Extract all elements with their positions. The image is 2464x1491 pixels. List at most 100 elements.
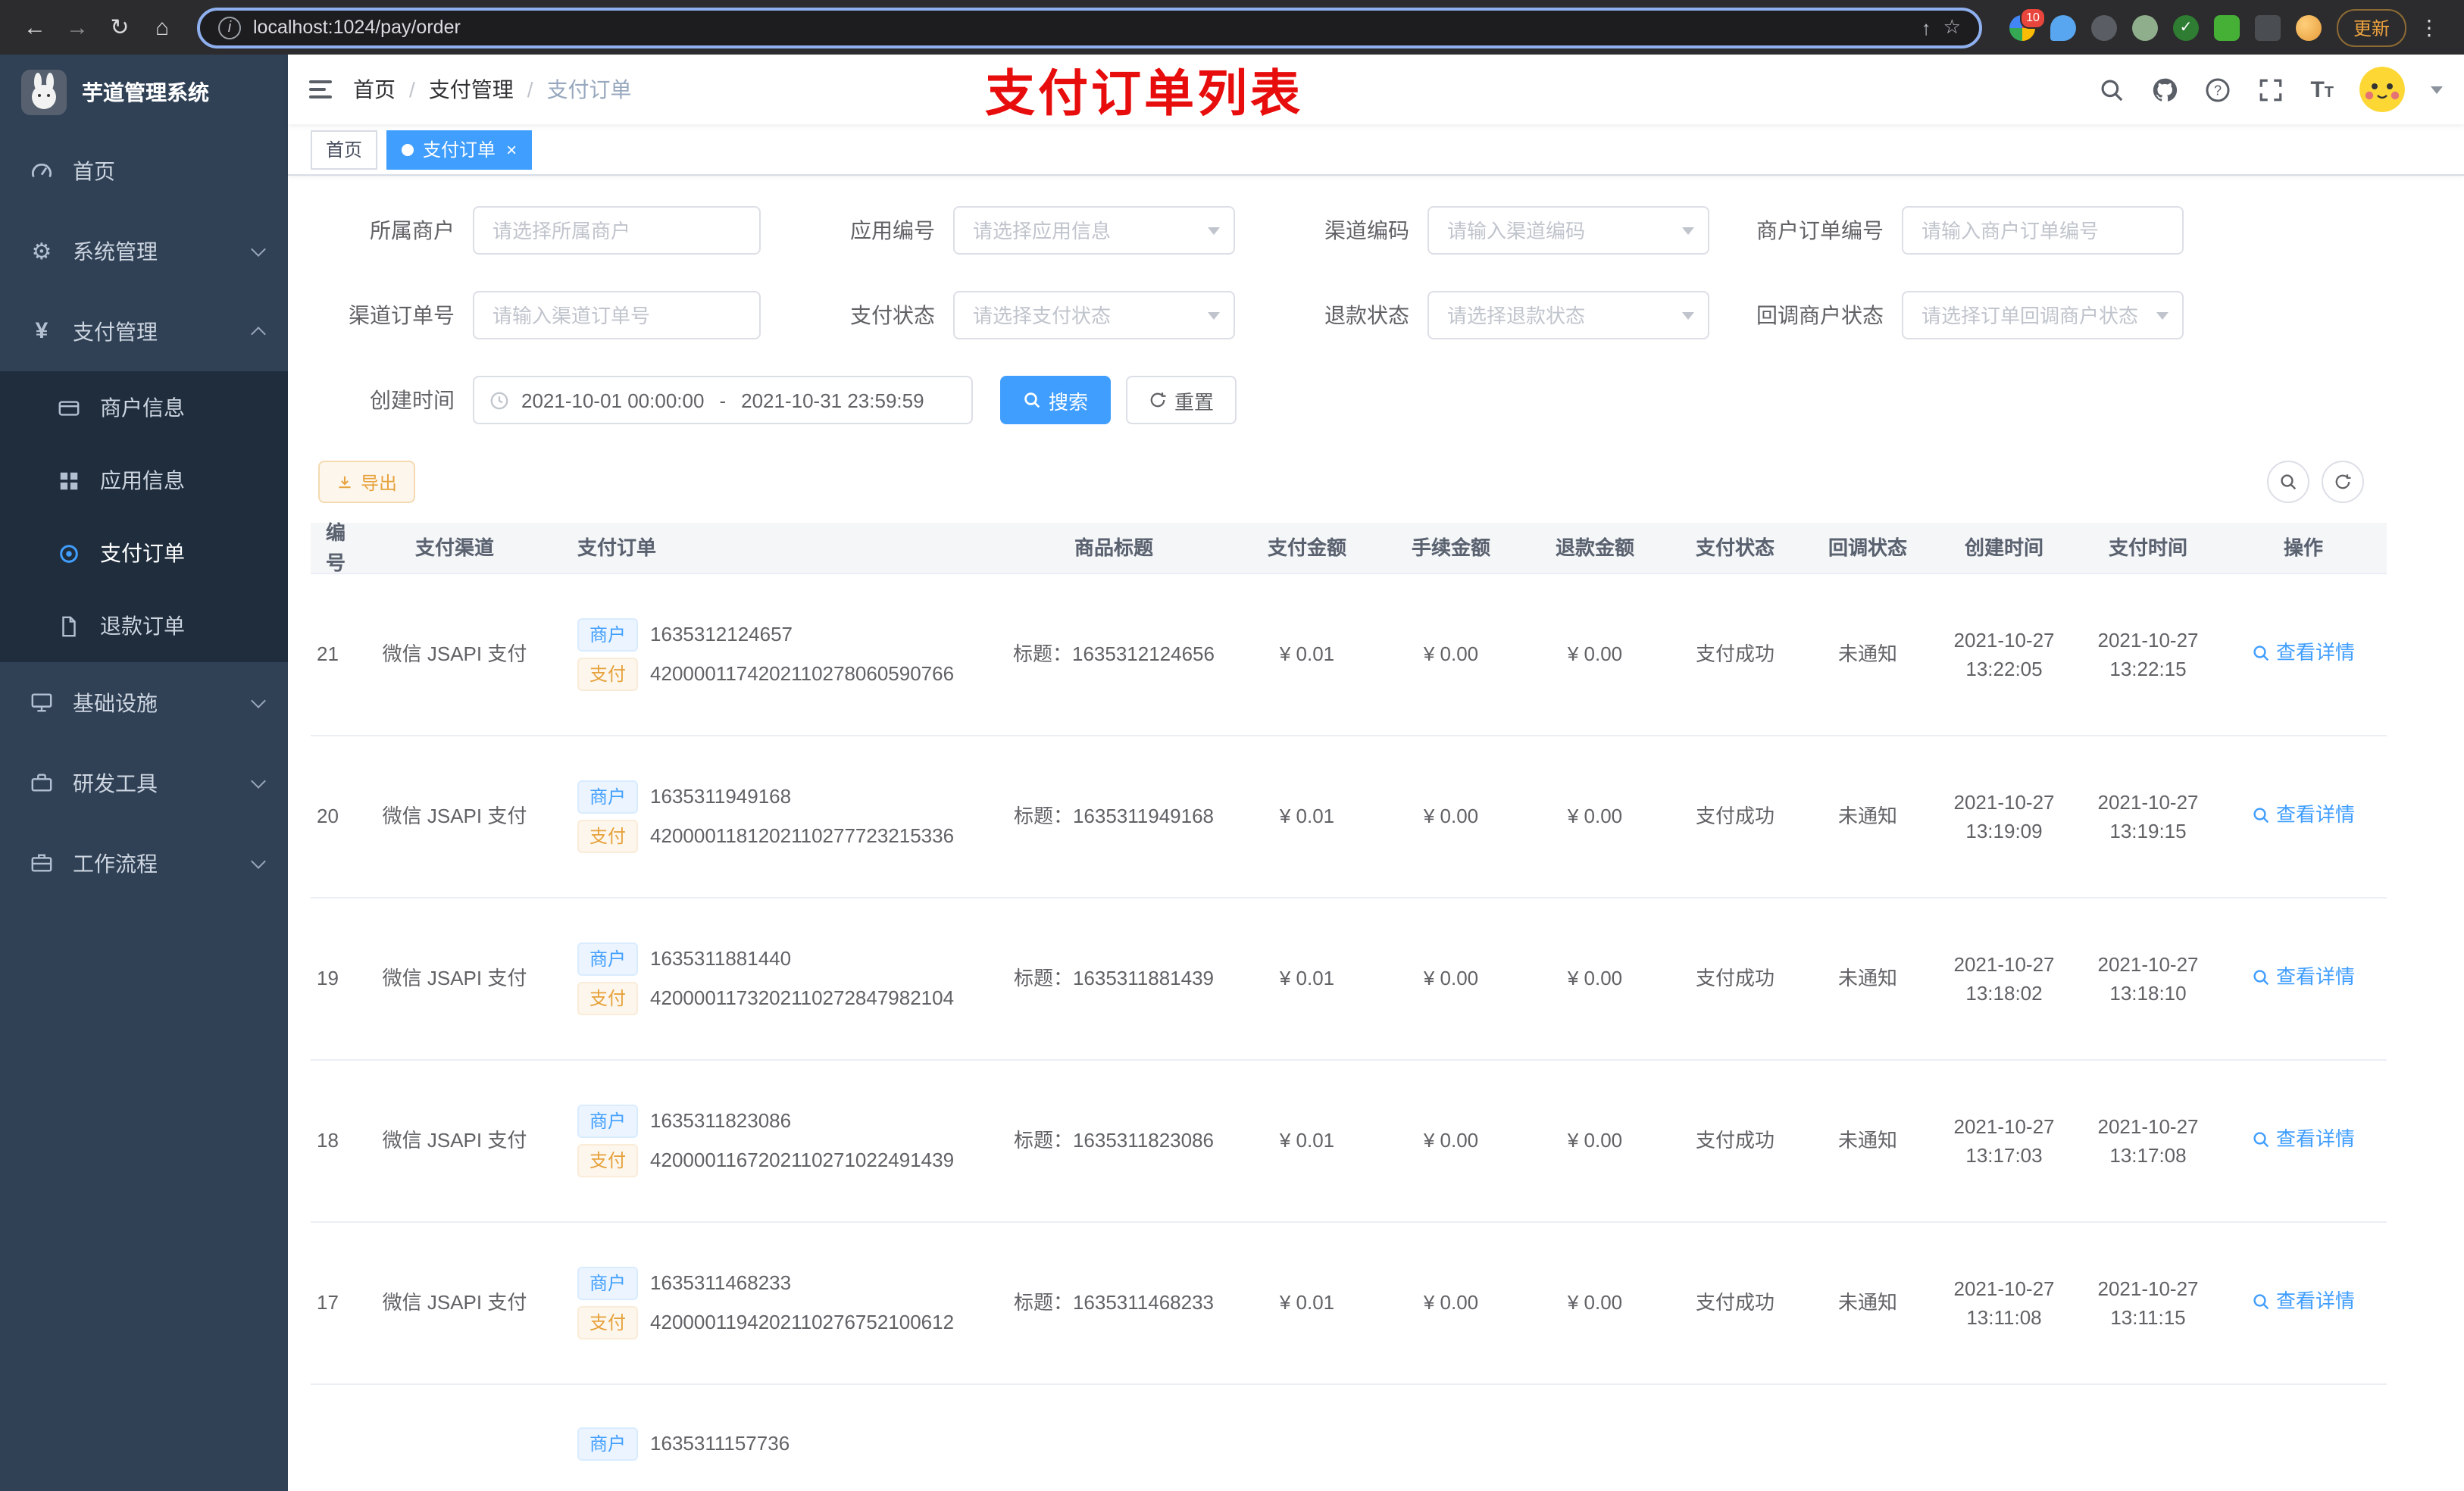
sidebar-item-refund-order[interactable]: 退款订单	[0, 589, 288, 662]
app-no-select[interactable]	[953, 206, 1235, 255]
pay-status-input[interactable]	[953, 291, 1235, 339]
view-detail-link[interactable]: 查看详情	[2252, 1125, 2355, 1155]
sidebar-menu: 首页 ⚙ 系统管理 ¥ 支付管理 商户信息 应用信息 支付订单 退款订单 基础设…	[0, 130, 288, 903]
create-time-range-picker[interactable]: 2021-10-01 00:00:00 - 2021-10-31 23:59:5…	[473, 376, 973, 424]
toggle-search-button[interactable]	[2267, 461, 2309, 503]
col-fee-amount: 手续金额	[1411, 536, 1490, 559]
breadcrumb-section[interactable]: 支付管理	[429, 74, 514, 105]
document-icon	[56, 613, 82, 639]
tab-home[interactable]: 首页	[311, 130, 378, 169]
sidebar-item-infrastructure[interactable]: 基础设施	[0, 662, 288, 742]
sidebar-item-home[interactable]: 首页	[0, 130, 288, 211]
col-id: 编号	[326, 521, 346, 574]
close-tab-icon[interactable]: ×	[506, 140, 517, 158]
sidebar: 芋道管理系统 首页 ⚙ 系统管理 ¥ 支付管理 商户信息 应用信息 支付订单 退…	[0, 55, 288, 1491]
help-icon[interactable]: ?	[2204, 76, 2231, 103]
font-size-icon[interactable]: TT	[2310, 77, 2334, 102]
extension-circle-icon[interactable]	[2090, 14, 2117, 40]
site-info-icon[interactable]: i	[218, 16, 241, 39]
pay-amount: ¥ 0.01	[1279, 967, 1335, 990]
extension-chat-icon[interactable]	[2213, 14, 2240, 40]
extension-circle2-icon[interactable]	[2131, 14, 2158, 40]
profile-avatar-icon[interactable]	[2295, 14, 2322, 40]
merchant-input[interactable]	[473, 206, 761, 255]
create-time-label: 创建时间	[370, 388, 455, 412]
app-no-input[interactable]	[953, 206, 1235, 255]
sidebar-item-app-info[interactable]: 应用信息	[0, 444, 288, 517]
merchant-order-no-input[interactable]	[1902, 206, 2184, 255]
pay-amount: ¥ 0.01	[1279, 1129, 1335, 1152]
table-row: 18 微信 JSAPI 支付 商户 1635311823086 支付 42000…	[311, 1061, 2387, 1223]
back-button[interactable]: ←	[15, 8, 55, 47]
channel-order-no-input[interactable]	[473, 291, 761, 339]
col-refund-amount: 退款金额	[1555, 536, 1634, 559]
merchant-tag: 商户	[577, 618, 639, 652]
col-order: 支付订单	[577, 536, 657, 559]
channel-code-select[interactable]	[1427, 206, 1709, 255]
forward-button[interactable]: →	[58, 8, 97, 47]
refresh-table-button[interactable]	[2322, 461, 2364, 503]
reset-button[interactable]: 重置	[1126, 376, 1237, 424]
app-logo[interactable]: 芋道管理系统	[0, 55, 288, 130]
pay-amount: ¥ 0.01	[1279, 805, 1335, 828]
breadcrumb-home[interactable]: 首页	[353, 74, 396, 105]
search-icon[interactable]	[2098, 76, 2125, 103]
export-button[interactable]: 导出	[318, 461, 416, 503]
merchant-tag: 商户	[577, 1267, 639, 1300]
extension-check-icon[interactable]: ✓	[2172, 14, 2199, 40]
browser-update-button[interactable]: 更新	[2336, 8, 2406, 46]
extension-icon[interactable]: 10	[2009, 7, 2046, 40]
address-bar[interactable]: i localhost:1024/pay/order ↑ ☆	[197, 7, 1982, 48]
callback-status: 未通知	[1837, 805, 1897, 828]
pay-status-select[interactable]	[953, 291, 1235, 339]
refund-status-select[interactable]	[1427, 291, 1709, 339]
fullscreen-icon[interactable]	[2257, 76, 2284, 103]
search-button[interactable]: 搜索	[1000, 376, 1112, 424]
dashboard-icon	[29, 158, 55, 183]
extension-drop-icon[interactable]	[2050, 14, 2076, 40]
sidebar-item-dev-tools[interactable]: 研发工具	[0, 742, 288, 823]
callback-status: 未通知	[1837, 967, 1897, 990]
extensions-puzzle-icon[interactable]	[2254, 14, 2281, 40]
sidebar-item-merchant-info[interactable]: 商户信息	[0, 371, 288, 444]
channel-code-input[interactable]	[1427, 206, 1709, 255]
pay-tag: 支付	[577, 820, 639, 853]
refund-status-input[interactable]	[1427, 291, 1709, 339]
col-action: 操作	[2283, 536, 2323, 559]
pay-channel: 微信 JSAPI 支付	[382, 642, 527, 666]
browser-menu-icon[interactable]: ⋮	[2409, 14, 2449, 40]
view-detail-link[interactable]: 查看详情	[2252, 1287, 2355, 1317]
hamburger-icon[interactable]	[288, 80, 353, 98]
sidebar-item-pay-order[interactable]: 支付订单	[0, 517, 288, 589]
tab-pay-order[interactable]: 支付订单 ×	[386, 130, 533, 169]
orders-table: 编号 支付渠道 支付订单 商品标题 支付金额 手续金额 退款金额 支付状态 回调…	[311, 521, 2387, 1491]
view-detail-link[interactable]: 查看详情	[2252, 801, 2355, 830]
search-icon	[2281, 474, 2297, 490]
sidebar-item-system[interactable]: ⚙ 系统管理	[0, 211, 288, 291]
callback-status-input[interactable]	[1902, 291, 2184, 339]
ring-icon	[56, 540, 82, 566]
sidebar-item-workflow[interactable]: 工作流程	[0, 823, 288, 903]
browser-toolbar: ← → ↻ ⌂ i localhost:1024/pay/order ↑ ☆ 1…	[0, 0, 2464, 55]
yen-icon: ¥	[35, 318, 48, 344]
home-button[interactable]: ⌂	[142, 8, 182, 47]
share-icon[interactable]: ↑	[1921, 16, 1931, 39]
user-menu-caret-icon[interactable]	[2431, 86, 2443, 99]
view-detail-link[interactable]: 查看详情	[2252, 963, 2355, 992]
create-time: 2021-10-27 13:22:05	[1953, 628, 2055, 680]
user-avatar[interactable]	[2359, 67, 2405, 112]
callback-status-select[interactable]	[1902, 291, 2184, 339]
callback-status-label: 回调商户状态	[1756, 303, 1884, 327]
sidebar-item-payment[interactable]: ¥ 支付管理	[0, 291, 288, 371]
row-id: 18	[317, 1129, 339, 1152]
bookmark-star-icon[interactable]: ☆	[1943, 15, 1961, 39]
merchant-order-number: 1635311823086	[650, 1109, 792, 1133]
github-icon[interactable]	[2151, 76, 2178, 103]
pay-status: 支付成功	[1695, 642, 1775, 666]
pay-channel: 微信 JSAPI 支付	[382, 967, 527, 990]
col-pay-amount: 支付金额	[1267, 536, 1346, 559]
reload-button[interactable]: ↻	[100, 8, 139, 47]
filter-row-2: 渠道订单号 支付状态 退款状态 回调商户状态	[311, 291, 2464, 339]
view-detail-link[interactable]: 查看详情	[2252, 639, 2355, 668]
pay-channel: 微信 JSAPI 支付	[382, 805, 527, 828]
